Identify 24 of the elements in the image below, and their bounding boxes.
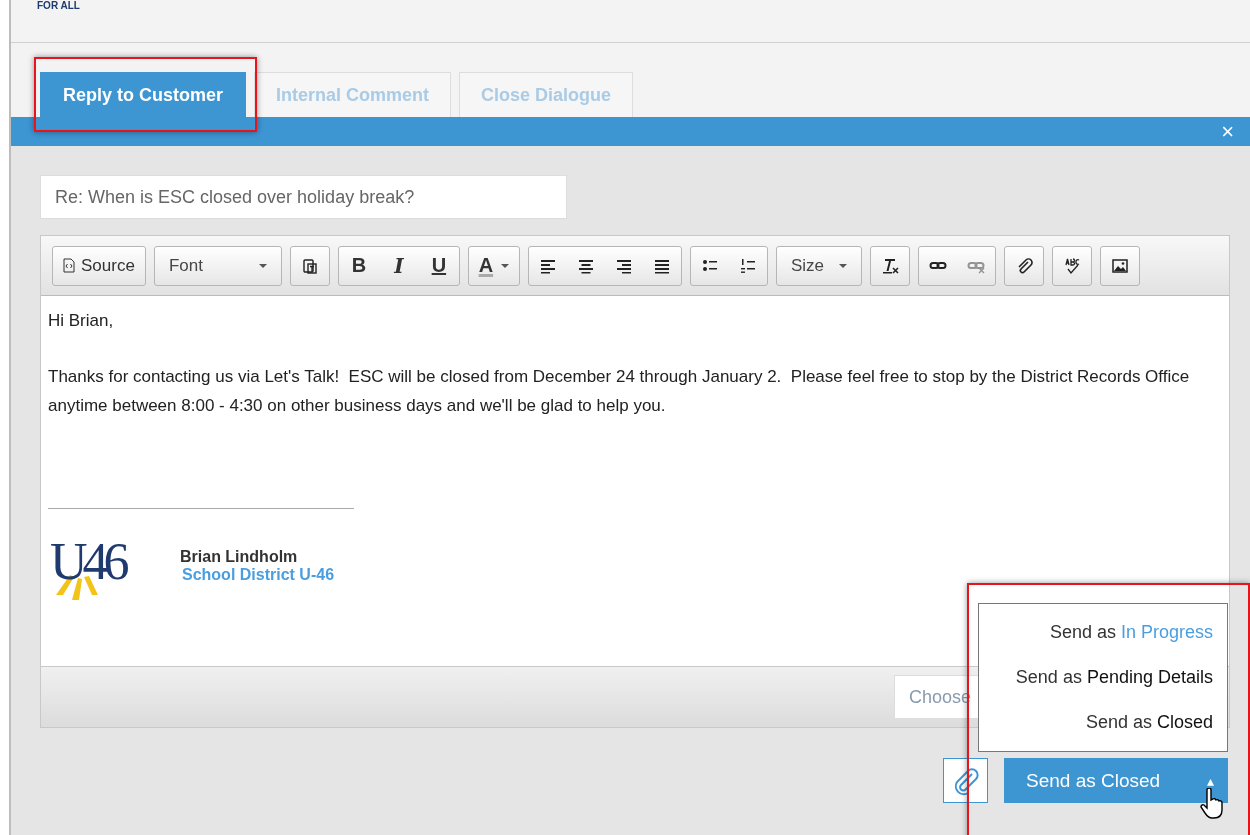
signature-name: Brian Lindholm — [180, 548, 299, 566]
dropdown[interactable]: Font — [154, 246, 281, 285]
subject-field[interactable]: Re: When is ESC closed over holiday break? — [40, 175, 567, 219]
underline-button[interactable]: U — [418, 246, 459, 285]
send-menu-item[interactable]: Send as Closed — [979, 700, 1213, 745]
paste-icon — [300, 256, 319, 275]
italic-button[interactable]: I — [378, 246, 419, 285]
bold-button[interactable]: B — [338, 246, 379, 285]
color-button[interactable]: A — [468, 246, 519, 285]
spellcheck-icon — [1062, 256, 1081, 275]
dropdown[interactable]: Size — [776, 246, 861, 285]
numbers-icon — [738, 256, 757, 275]
source-button[interactable]: Source — [53, 246, 145, 285]
send-menu-item[interactable]: Send as In Progress — [979, 610, 1213, 655]
hand-cursor-icon — [1200, 788, 1226, 820]
clear-format-icon — [880, 256, 899, 275]
logo: U46 — [48, 523, 158, 603]
send-menu-item[interactable]: Send as Pending Details — [979, 655, 1213, 700]
code-file-icon — [63, 258, 75, 273]
brand-text: FOR ALL — [37, 0, 80, 11]
image-icon — [1110, 256, 1129, 275]
message-paragraph: Hi Brian, — [48, 310, 115, 332]
message-paragraph: Thanks for contacting us via Let's Talk! ESC will be closed from December 24 through January 2. Please feel free to stop by the District Records Office anytime between 8:00 - 4:30 on other business days and we'll be glad to help you. — [48, 366, 1191, 417]
signature-organization: School District U-46 — [182, 566, 335, 584]
